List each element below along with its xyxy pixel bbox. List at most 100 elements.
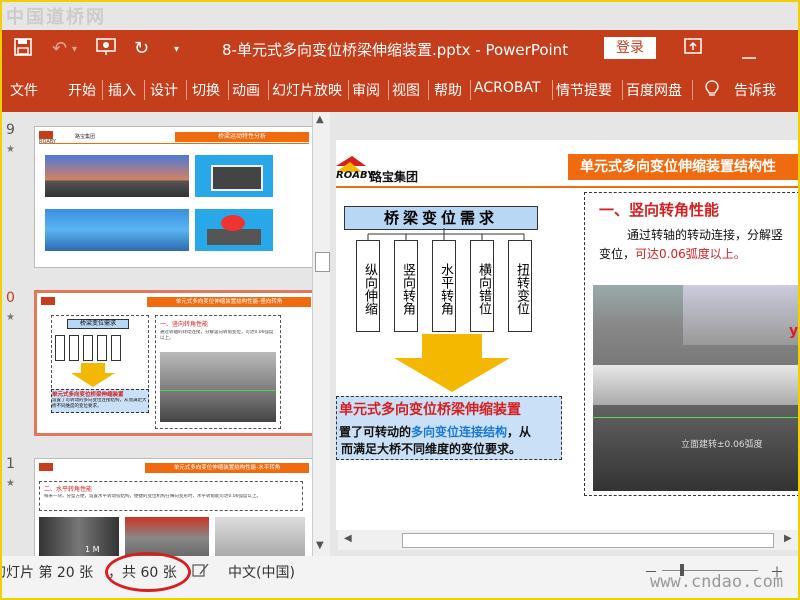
panel-subtitle: 一、竖向转角性能 (599, 201, 720, 219)
zoom-slider[interactable] (662, 570, 758, 571)
ribbon-tabs: 文件 开始 插入 设计 切换 动画 幻灯片放映 审阅 视图 帮助 ACROBAT… (2, 68, 798, 112)
panel-body: 通过转轴的转动连接，分解竖 (627, 228, 784, 242)
document-title: 8-单元式多向变位桥梁伸缩装置.pptx - PowerPoint (222, 41, 569, 59)
highlight-circle (105, 552, 191, 592)
photo-image (160, 352, 276, 422)
thumb-subtitle: 二、水平转角性能 (44, 486, 93, 493)
req-item-horizontal-rotation: 水平转角 (432, 240, 456, 332)
thumb-logo-text: ROABY (39, 139, 56, 145)
tab-help[interactable]: 帮助 (434, 80, 462, 100)
thumb-company: 路宝集团 (75, 134, 96, 140)
tell-me-search[interactable]: 告诉我 (734, 80, 776, 100)
current-slide[interactable]: ROABY 路宝集团 单元式多向变位伸缩装置结构性 桥梁变位需求 纵向伸缩 竖向… (336, 140, 798, 530)
summary-title: 单元式多向变位桥梁伸缩装置 (339, 402, 521, 418)
req-item-torsion: 扭转变位 (508, 240, 532, 332)
tab-transitions[interactable]: 切换 (192, 80, 220, 100)
scroll-right-icon[interactable]: ▶ (784, 533, 792, 544)
rotation-photo-image: y 立面建转±0.06弧度 (593, 285, 798, 491)
watermark-top: 中国道桥网 (6, 7, 106, 28)
thumb-bottom-body: 设置了可转动的多向变位连接结构，从而满足大桥不同维度的变位要求。 (52, 398, 147, 409)
present-from-start-icon[interactable] (96, 38, 116, 61)
thumb-header: 单元式多向变位伸缩装置结构性能-竖向转角 (147, 297, 311, 307)
down-arrow-icon (394, 334, 510, 392)
scroll-up-icon[interactable]: ▲ (316, 114, 324, 125)
thumb-header: 桥梁运动特性分析 (175, 132, 309, 142)
thumbnail-scrollbar[interactable]: ▲ ▼ (312, 112, 331, 556)
summary-highlight: 多向变位连接结构 (411, 425, 508, 439)
spell-check-icon[interactable] (192, 562, 210, 582)
logo-text: ROABY (336, 170, 375, 181)
photo-image (215, 517, 305, 556)
tab-slide-show[interactable]: 幻灯片放映 (272, 80, 342, 100)
logo-mark (41, 297, 55, 305)
customize-toolbar-icon[interactable]: ▾ (174, 44, 179, 55)
company-name: 路宝集团 (370, 170, 419, 184)
slide-thumbnail-21[interactable]: 单元式多向变位伸缩装置结构性能-水平转角 二、水平转角性能 每米一块，分型方便，… (34, 458, 312, 556)
lightbulb-icon[interactable] (705, 80, 719, 102)
photo-image (125, 517, 209, 556)
scrollbar-thumb[interactable] (402, 533, 774, 548)
photo-image: 1 M (39, 517, 119, 556)
tab-file[interactable]: 文件 (10, 80, 38, 100)
thumb-body: 通过转轴的转动连接，分解竖向转角变位，可达0.06弧度以上。 (160, 330, 274, 341)
req-item-lateral-offset: 横向错位 (470, 240, 494, 332)
thumb-body: 每米一块，分型方便，设置水平转动铰结构，便捷的变位机构在横向变形时，水平转角能可… (44, 494, 262, 499)
animation-star-icon: ★ (6, 478, 15, 489)
redo-icon[interactable]: ↻ (134, 38, 149, 59)
axis-label: y (789, 323, 798, 339)
scroll-down-icon[interactable]: ▼ (316, 540, 324, 551)
thumb-header: 单元式多向变位伸缩装置结构性能-水平转角 (145, 463, 309, 473)
slide-number: 0 (6, 290, 15, 306)
watermark-bottom: www.cndao.com (650, 572, 784, 592)
thumb-subtitle: 一、竖向转角性能 (160, 321, 209, 328)
summary-text-2: 而满足大桥不同维度的变位要求。 (341, 442, 522, 456)
window-frame: 中国道桥网 ↶ ▾ ↻ ▾ 8-单元式多向变位桥梁伸缩装置.pptx - Pow… (0, 0, 800, 600)
save-icon[interactable] (14, 38, 32, 61)
thumb-req-box: 桥梁变位需求 (67, 319, 129, 329)
tab-view[interactable]: 视图 (392, 80, 420, 100)
thumb-bottom-title: 单元式多向变位桥梁伸缩装置 (52, 392, 124, 398)
slide-editor[interactable]: ROABY 路宝集团 单元式多向变位伸缩装置结构性 桥梁变位需求 纵向伸缩 竖向… (330, 112, 798, 556)
photo-caption: 立面建转±0.06弧度 (681, 440, 763, 450)
req-item-longitudinal: 纵向伸缩 (356, 240, 380, 332)
illustration-image (195, 209, 273, 251)
minimize-icon[interactable] (742, 44, 756, 65)
illustration-image (45, 155, 189, 197)
illustration-image (45, 209, 189, 251)
logo-mark (39, 131, 53, 139)
slide-thumbnail-19[interactable]: ROABY 路宝集团 桥梁运动特性分析 (34, 126, 312, 268)
illustration-image (195, 155, 273, 197)
scrollbar-thumb[interactable] (315, 252, 330, 272)
slide-thumbnail-20-selected[interactable]: 单元式多向变位伸缩装置结构性能-竖向转角 桥梁变位需求 单元式多向变位桥梁伸缩装… (34, 290, 312, 436)
scroll-left-icon[interactable]: ◀ (344, 533, 352, 544)
tab-review[interactable]: 审阅 (352, 80, 380, 100)
language-indicator[interactable]: 中文(中国) (228, 562, 295, 582)
slide-header: 单元式多向变位伸缩装置结构性 (568, 154, 798, 180)
photo-label: 1 M (85, 545, 100, 554)
tab-animations[interactable]: 动画 (232, 80, 260, 100)
ribbon-display-options-icon[interactable] (684, 38, 702, 59)
slide-number: 1 (6, 456, 15, 472)
login-button[interactable]: 登录 (604, 37, 656, 59)
panel-highlight: 可达0.06弧度以上。 (635, 247, 746, 261)
panel-body: 变位， (599, 247, 636, 261)
summary-box: 单元式多向变位桥梁伸缩装置 置了可转动的多向变位连接结构，从 而满足大桥不同维度… (336, 396, 562, 460)
undo-dropdown-icon[interactable]: ▾ (72, 44, 77, 55)
tab-acrobat[interactable]: ACROBAT (474, 80, 541, 96)
logo-mark (39, 463, 53, 471)
tab-storyboarding[interactable]: 情节提要 (556, 80, 612, 100)
slide-position-label: 幻灯片 第 20 张 (0, 565, 94, 581)
editor-hscrollbar[interactable]: ◀ ▶ (338, 530, 798, 550)
summary-text: ，从 (507, 425, 532, 439)
requirement-title-box: 桥梁变位需求 (344, 206, 538, 230)
tab-home[interactable]: 开始 (68, 80, 96, 100)
slide-number: 9 (6, 122, 15, 138)
tab-design[interactable]: 设计 (150, 80, 178, 100)
tab-insert[interactable]: 插入 (108, 80, 136, 100)
tab-baidu-netdisk[interactable]: 百度网盘 (626, 80, 682, 100)
req-item-vertical-rotation: 竖向转角 (394, 240, 418, 332)
undo-icon[interactable]: ↶ (52, 38, 67, 59)
title-bar: ↶ ▾ ↻ ▾ 8-单元式多向变位桥梁伸缩装置.pptx - PowerPoin… (2, 30, 798, 68)
rotation-performance-panel: 一、竖向转角性能 通过转轴的转动连接，分解竖 变位，可达0.06弧度以上。 y … (584, 192, 798, 496)
thumbnail-pane[interactable]: 9 ★ ROABY 路宝集团 桥梁运动特性分析 0 ★ 单元式多向变位伸缩装置结… (2, 112, 312, 556)
